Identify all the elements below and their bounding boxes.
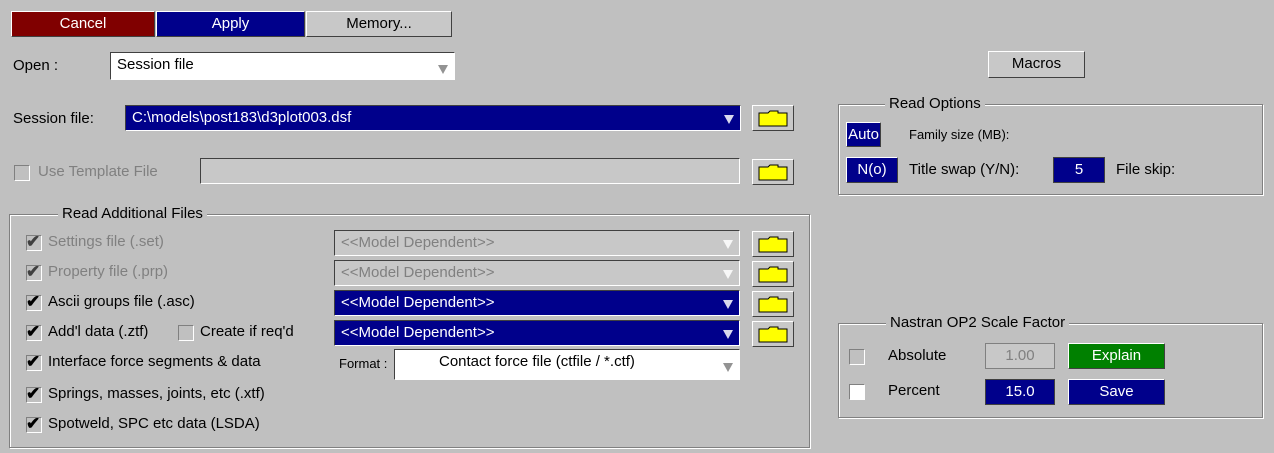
percent-value[interactable]: 15.0 [985,379,1055,405]
springs-label: Springs, masses, joints, etc (.xtf) [48,385,265,402]
macros-button[interactable]: Macros [988,51,1085,78]
read-options-group [838,104,1263,195]
property-file-dropdown[interactable]: <<Model Dependent>> [334,260,740,286]
absolute-value[interactable]: 1.00 [985,343,1055,369]
property-file-label: Property file (.prp) [48,263,169,280]
template-file-field[interactable] [200,158,740,184]
interface-force-checkbox[interactable]: ✔ [26,352,42,371]
session-file-value: C:\models\post183\d3plot003.dsf [132,109,352,126]
chevron-down-icon [723,270,733,279]
open-dropdown[interactable]: Session file [110,52,455,80]
read-options-title: Read Options [885,95,985,113]
apply-button[interactable]: Apply [156,11,305,37]
addl-data-label: Add'l data (.ztf) [48,323,149,340]
absolute-checkbox[interactable] [849,349,865,365]
save-button[interactable]: Save [1068,379,1165,405]
file-skip-value[interactable]: 5 [1053,157,1105,183]
check-icon: ✔ [26,352,41,371]
settings-file-label: Settings file (.set) [48,233,164,250]
create-if-reqd-label: Create if req'd [200,323,294,340]
folder-icon [758,296,788,313]
family-size-label: Family size (MB): [909,127,1010,142]
use-template-checkbox[interactable] [14,165,30,181]
format-label: Format : [339,356,388,371]
ascii-groups-checkbox[interactable]: ✔ [26,292,42,311]
settings-file-value: <<Model Dependent>> [341,234,495,251]
folder-icon [758,164,788,181]
check-icon: ✔ [26,322,41,341]
settings-folder-button[interactable] [752,231,794,257]
spotweld-label: Spotweld, SPC etc data (LSDA) [48,415,260,432]
percent-label: Percent [888,382,940,399]
title-swap-label: Title swap (Y/N): [909,161,1020,178]
chevron-down-icon [723,300,733,309]
ascii-groups-dropdown[interactable]: <<Model Dependent>> [334,290,740,316]
explain-button[interactable]: Explain [1068,343,1165,369]
open-label: Open : [13,57,59,74]
settings-file-dropdown[interactable]: <<Model Dependent>> [334,230,740,256]
property-file-value: <<Model Dependent>> [341,264,495,281]
folder-icon [758,110,788,127]
format-value: Contact force file (ctfile / *.ctf) [439,353,635,370]
chevron-down-icon [723,330,733,339]
chevron-down-icon [723,363,733,372]
chevron-down-icon [724,115,734,124]
file-skip-label: File skip: [1116,161,1176,178]
session-folder-button[interactable] [752,105,794,131]
session-file-label: Session file: [13,110,94,127]
check-icon: ✔ [26,292,41,311]
springs-checkbox[interactable]: ✔ [26,384,42,403]
family-size-auto-button[interactable]: Auto [846,122,881,147]
folder-icon [758,236,788,253]
addl-data-checkbox[interactable]: ✔ [26,322,42,341]
folder-icon [758,266,788,283]
read-additional-title: Read Additional Files [58,205,207,223]
nastran-title: Nastran OP2 Scale Factor [886,314,1070,332]
property-folder-button[interactable] [752,261,794,287]
check-icon: ✔ [26,384,41,403]
ascii-folder-button[interactable] [752,291,794,317]
format-dropdown[interactable]: Contact force file (ctfile / *.ctf) [394,349,740,380]
addl-data-dropdown[interactable]: <<Model Dependent>> [334,320,740,346]
spotweld-checkbox[interactable]: ✔ [26,414,42,433]
property-file-checkbox[interactable]: ✔ [26,262,42,281]
session-file-dropdown[interactable]: C:\models\post183\d3plot003.dsf [125,105,741,131]
absolute-label: Absolute [888,347,947,364]
ascii-groups-label: Ascii groups file (.asc) [48,293,195,310]
addl-data-value: <<Model Dependent>> [341,324,495,341]
ascii-groups-value: <<Model Dependent>> [341,294,495,311]
check-icon: ✔ [26,414,41,433]
template-folder-button[interactable] [752,159,794,185]
interface-force-label: Interface force segments & data [48,353,261,370]
title-swap-button[interactable]: N(o) [846,157,898,183]
percent-checkbox[interactable] [849,384,865,400]
create-if-reqd-checkbox[interactable] [178,325,194,341]
addl-data-folder-button[interactable] [752,321,794,347]
memory-button[interactable]: Memory... [306,11,452,37]
check-icon: ✔ [26,262,41,281]
cancel-button[interactable]: Cancel [11,11,155,37]
chevron-down-icon [723,240,733,249]
open-dropdown-value: Session file [117,56,194,73]
use-template-label: Use Template File [38,163,158,180]
folder-icon [758,326,788,343]
chevron-down-icon [438,65,448,74]
check-icon: ✔ [26,232,41,251]
settings-file-checkbox[interactable]: ✔ [26,232,42,251]
